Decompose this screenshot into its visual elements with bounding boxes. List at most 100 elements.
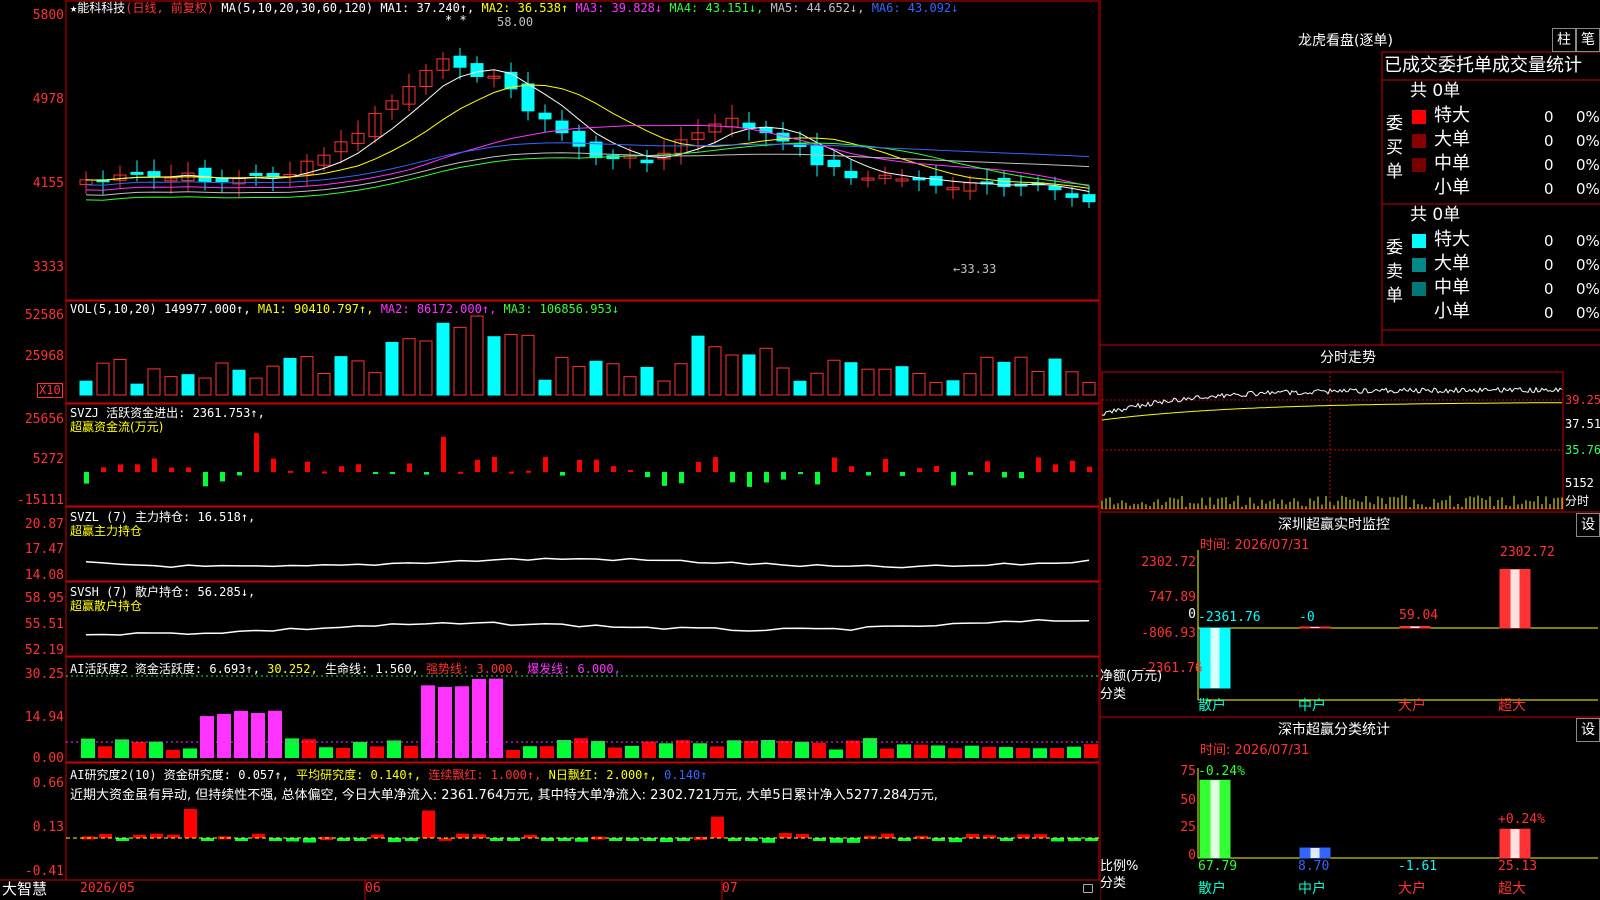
activity-bar [336,747,350,758]
chart-mode: (日线, 前复权) [125,1,215,15]
szc-change-0: -0.24% [1198,764,1245,779]
volume-bar [198,377,212,396]
buy-name-0: 特大 [1434,105,1470,126]
activity-bar [880,748,894,758]
fund-flow-bar [968,472,973,475]
svsh-title: SVSH (7) 散户持仓: 56.285↓, [70,585,256,599]
activity-bar [489,678,503,758]
fund-flow-bar [101,467,106,472]
vol-ma2: MA2: 86172.000↑, [380,302,497,316]
buy-count-1: 0 [1544,132,1554,150]
ai1-v4: 强势线: 3.000, [426,662,520,676]
intraday-panel[interactable]: 分时走势 39.25 37.51 35.76 5152 分时 [1100,345,1600,512]
candle-body [147,171,161,177]
main-chart-area[interactable]: ★能科科技(日线, 前复权) MA(5,10,20,30,60,120) MA1… [0,0,1100,900]
volume-bar [657,380,671,396]
volume-bar [351,360,365,396]
fund-flow-bar [815,472,820,485]
szc-val-3: 25.13 [1498,859,1538,874]
ai1-v3: 生命线: 1.560, [324,662,419,676]
sz-cat-3: 超大 [1498,698,1526,714]
activity-bar [234,710,248,758]
volume-bar [555,356,569,396]
research-bar [796,833,809,838]
svzj-title: SVZJ 活跃资金进出: 2361.753↑, [70,406,265,420]
volume-bar [402,338,416,396]
research-bar [762,838,775,843]
activity-bar [574,738,588,758]
main-holding-line [85,557,1090,569]
fund-flow-bar [883,458,888,472]
activity-bar [710,746,724,758]
candle-body [538,112,552,120]
kline-chart-svg[interactable] [0,0,1100,900]
activity-bar [370,746,384,758]
activity-bar [642,741,656,758]
research-bar [371,834,384,838]
volume-bar [623,376,637,396]
vol-ma3: MA3: 106856.953↓ [503,302,620,316]
research-bar [286,838,299,842]
research-bar [966,833,979,838]
buy-name-1: 大单 [1434,129,1470,150]
ma5-value: MA5: 44.652↓, [770,1,865,15]
szc-val-0: 67.79 [1198,859,1238,874]
volume-bar [759,347,773,396]
candle-body [929,175,943,186]
candle-body [827,159,841,168]
vol-unit-badge[interactable]: X10 [37,383,63,398]
fund-flow-bar [526,470,531,473]
research-bar [303,838,316,843]
szc-axis-1: 50 [1180,793,1196,808]
research-bar [949,838,962,843]
activity-bar [149,741,163,758]
activity-bar [795,741,809,758]
research-bar [456,833,469,838]
fund-flow-bar [509,471,514,474]
buy-pct-0: 0% [1576,108,1600,126]
volume-bar [79,380,93,396]
activity-bar [914,744,928,758]
fund-flow-bar [220,472,225,482]
intraday-unit: 分时 [1565,494,1590,508]
ai1-axis-top: 30.25 [24,667,64,682]
brand-label[interactable]: 大智慧 [2,880,47,898]
volume-bar [181,374,195,396]
fund-flow-bar [543,457,548,472]
fund-flow-bar [985,461,990,472]
fund-flow-bar [1002,472,1007,478]
volume-bar [572,365,586,396]
volume-bar [793,380,807,396]
fund-flow-bar [747,472,752,487]
bar-mode-button[interactable]: 柱 [1552,28,1576,52]
lhb-title: 龙虎看盘(逐单) [1298,33,1393,49]
fund-flow-bar [781,472,786,480]
sz-class-settings-button[interactable]: 设 [1576,718,1600,742]
lock-icon[interactable] [1083,884,1093,893]
candle-body [215,178,229,182]
sz-class-panel: 深市超赢分类统计 设 时间: 2026/07/31 75 50 25 0 比例%… [1100,717,1600,900]
trough-marker: ←33.33 [953,262,997,276]
pen-mode-button[interactable]: 笔 [1576,28,1600,52]
activity-bar [591,740,605,758]
ai2-v2: 平均研究度: 0.140↑, [296,768,422,782]
fund-flow-bar [1070,460,1075,472]
research-bar [388,838,401,843]
lhb-tabs[interactable]: 已成交委托单成交量统计 [1384,55,1600,77]
candle-body [844,170,858,179]
activity-bar [217,713,231,758]
fund-flow-bar [730,472,735,483]
svzl-axis-bot: 14.08 [24,568,64,583]
sz-axis-1: 747.89 [1149,590,1196,605]
ai1-axis-bot: 0.00 [32,751,64,766]
fund-flow-bar [186,467,191,472]
sz-monitor-settings-button[interactable]: 设 [1576,513,1600,537]
candle-body [1082,194,1096,203]
szc-change-3: +0.24% [1498,812,1545,827]
sz-bar-label-2: 59.04 [1399,608,1439,623]
activity-bar [285,738,299,758]
sell-name-0: 特大 [1434,229,1470,250]
buy-count-3: 0 [1544,180,1554,198]
activity-bar [404,745,418,758]
szc-axis-2: 25 [1180,820,1196,835]
